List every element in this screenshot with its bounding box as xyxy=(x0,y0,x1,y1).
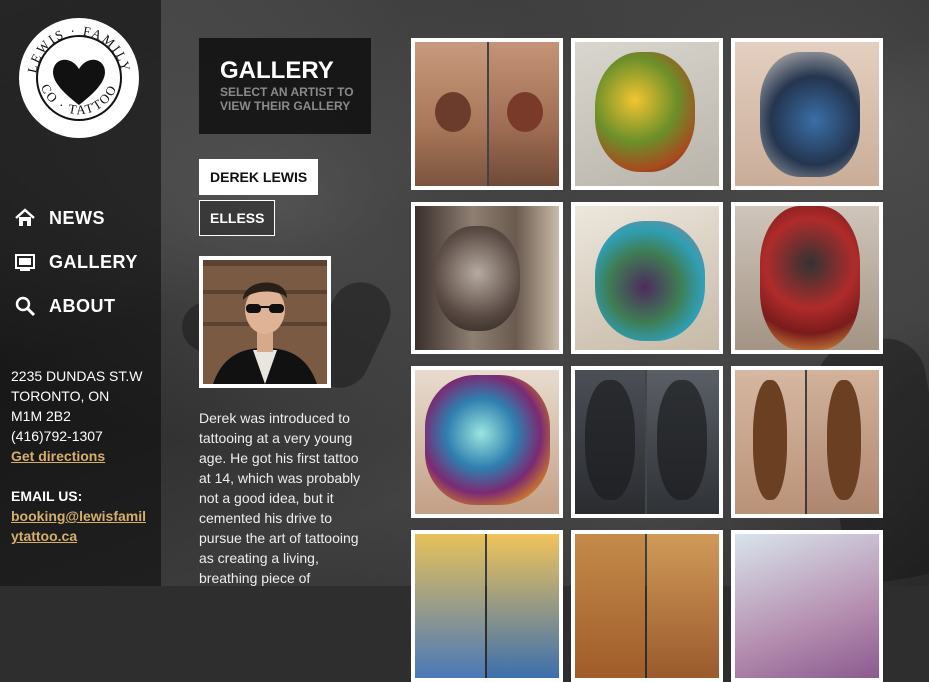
gallery-thumbnail[interactable] xyxy=(571,202,723,354)
search-icon xyxy=(13,294,37,318)
main-nav: NEWS GALLERY ABOUT xyxy=(13,196,138,328)
logo[interactable]: LEWIS · FAMILY CO · TATTOO xyxy=(18,17,140,139)
monitor-icon xyxy=(13,250,37,274)
sidebar: LEWIS · FAMILY CO · TATTOO NEWS GALLERY … xyxy=(0,0,161,586)
gallery-thumbnail[interactable] xyxy=(731,38,883,190)
gallery-thumbnail[interactable] xyxy=(411,38,563,190)
phone-number: (416)792-1307 xyxy=(11,428,103,444)
gallery-thumbnail[interactable] xyxy=(731,530,883,682)
artist-button-derek-lewis[interactable]: DEREK LEWIS xyxy=(199,159,319,195)
gallery-thumbnail[interactable] xyxy=(571,366,723,518)
postal-code: M1M 2B2 xyxy=(11,408,71,424)
gallery-subtitle: SELECT AN ARTIST TO VIEW THEIR GALLERY xyxy=(220,85,354,113)
gallery-thumbnail[interactable] xyxy=(411,366,563,518)
gallery-thumbnail[interactable] xyxy=(411,202,563,354)
artist-button-elless[interactable]: ELLESS xyxy=(199,200,276,236)
gallery-thumbnail[interactable] xyxy=(411,530,563,682)
home-icon xyxy=(13,206,37,230)
nav-item-gallery[interactable]: GALLERY xyxy=(13,240,138,284)
nav-item-about[interactable]: ABOUT xyxy=(13,284,138,328)
nav-label: ABOUT xyxy=(49,295,116,316)
address-line-1: 2235 DUNDAS ST.W xyxy=(11,368,143,384)
email-link[interactable]: booking@lewisfamilytattoo.ca xyxy=(11,506,151,546)
nav-label: GALLERY xyxy=(49,251,138,272)
address-line-2: TORONTO, ON xyxy=(11,388,110,404)
nav-item-news[interactable]: NEWS xyxy=(13,196,138,240)
get-directions-link[interactable]: Get directions xyxy=(11,448,105,464)
page-title: GALLERY xyxy=(220,57,334,84)
email-heading: EMAIL US: xyxy=(11,488,83,504)
gallery-thumbnail[interactable] xyxy=(571,530,723,682)
contact-info: 2235 DUNDAS ST.W TORONTO, ON M1M 2B2 (41… xyxy=(11,366,151,546)
gallery-thumbnail[interactable] xyxy=(731,366,883,518)
artist-bio: Derek was introduced to tattooing at a v… xyxy=(199,410,361,586)
gallery-header: GALLERY SELECT AN ARTIST TO VIEW THEIR G… xyxy=(199,38,371,134)
gallery-thumbnail[interactable] xyxy=(571,38,723,190)
gallery-thumbnail[interactable] xyxy=(731,202,883,354)
artist-portrait xyxy=(199,256,331,388)
nav-label: NEWS xyxy=(49,207,105,228)
